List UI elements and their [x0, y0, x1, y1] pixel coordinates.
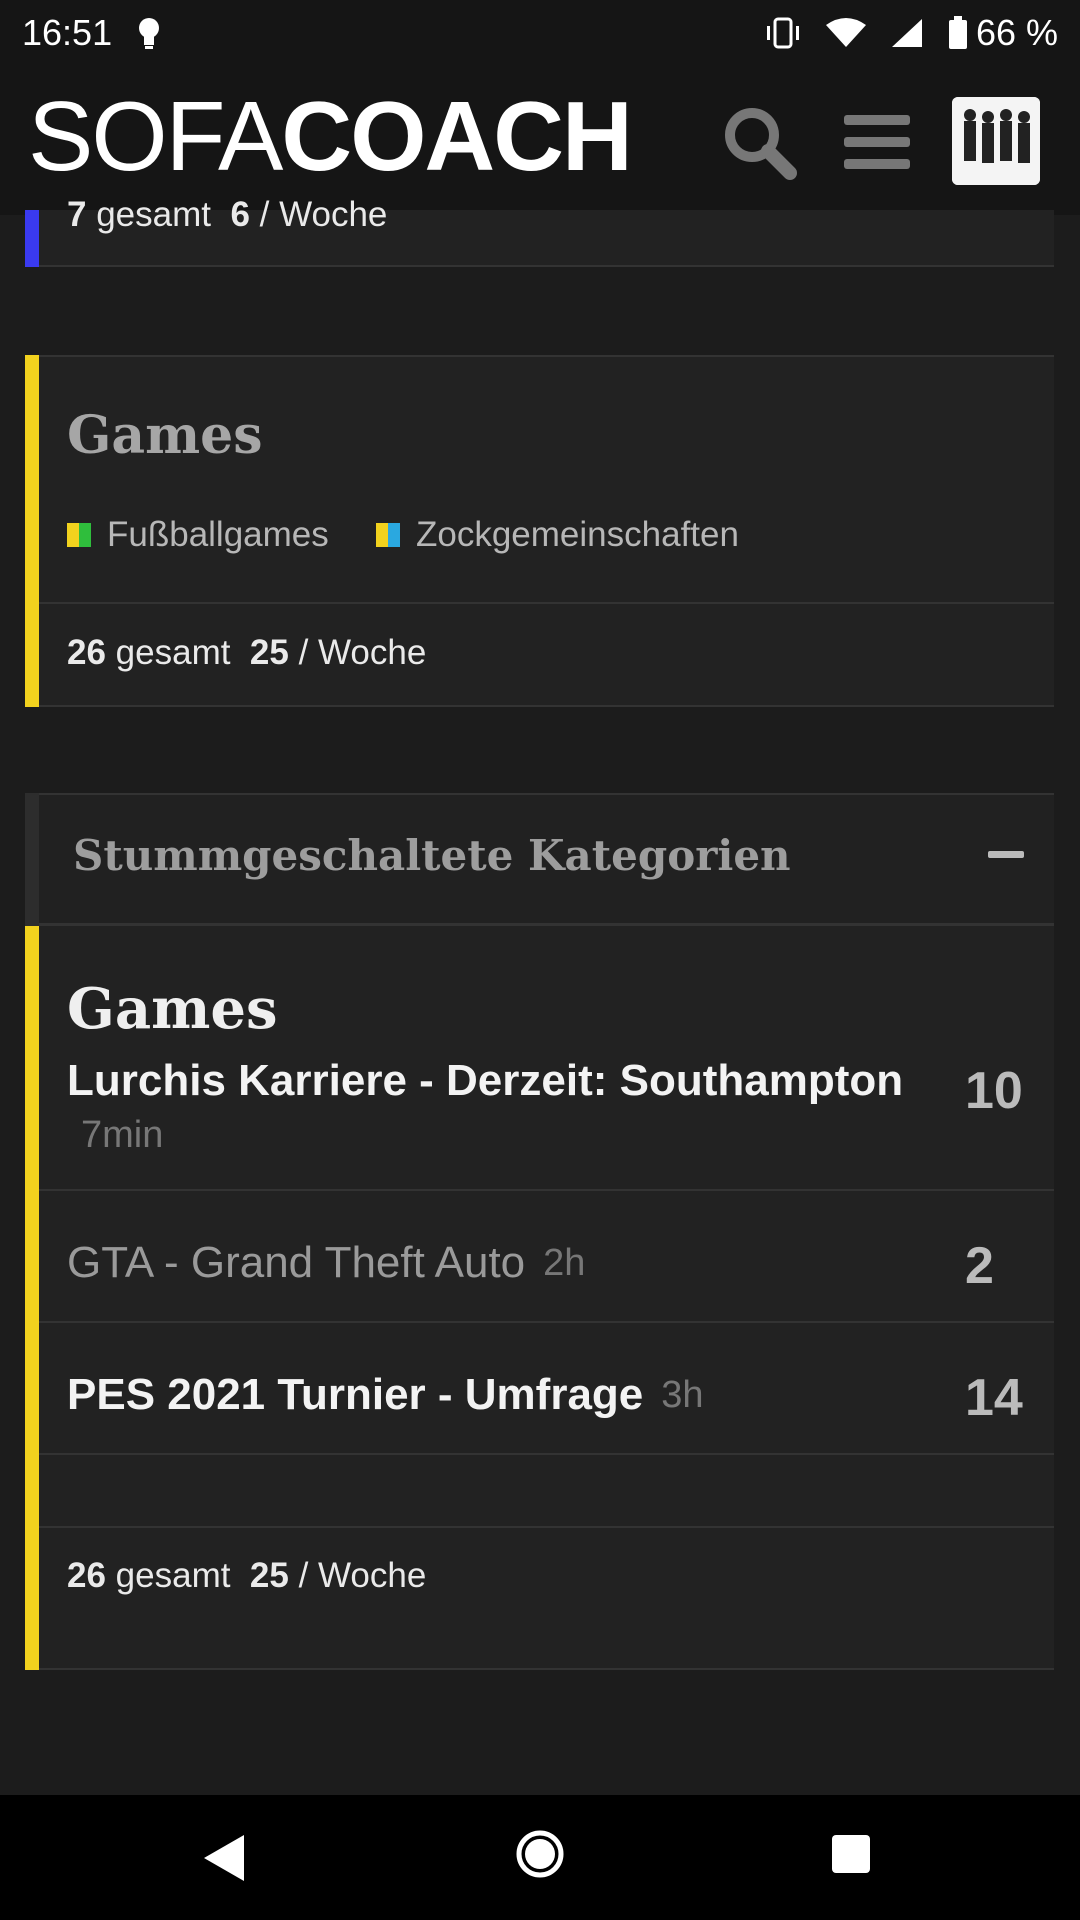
category-color-bar — [25, 210, 39, 267]
subcategory-tag[interactable]: Fußballgames — [67, 515, 329, 555]
muted-category-card-games[interactable]: Games Lurchis Karriere - Derzeit: Southa… — [25, 926, 1054, 1670]
tag-color-icon — [67, 523, 91, 547]
signal-icon — [891, 18, 922, 47]
category-title[interactable]: Games — [67, 405, 262, 466]
thread-row[interactable]: GTA - Grand Theft Auto 2h — [67, 1198, 585, 1328]
category-color-bar — [25, 926, 39, 1670]
category-stats: 26 gesamt 25 / Woche — [67, 1556, 427, 1595]
subcategory-tag[interactable]: Zockgemeinschaften — [376, 515, 739, 555]
menu-icon[interactable] — [842, 107, 912, 177]
avatar-image — [952, 97, 1040, 185]
back-icon[interactable] — [200, 1833, 248, 1883]
thread-post-count: 14 — [965, 1369, 1023, 1427]
thread-row[interactable]: PES 2021 Turnier - Umfrage 3h — [67, 1330, 704, 1460]
battery-level: 66 % — [975, 11, 1058, 53]
category-color-bar — [25, 355, 39, 707]
system-nav-bar — [0, 1795, 1080, 1920]
category-stats: 7 gesamt 6 / Woche — [67, 195, 388, 234]
thread-time: 7min — [81, 1114, 164, 1156]
category-title[interactable]: Games — [67, 976, 278, 1042]
category-card-partial[interactable]: 7 gesamt 6 / Woche — [25, 195, 1054, 267]
battery-icon — [948, 15, 967, 49]
status-bar: 16:51 66 % — [0, 0, 1080, 65]
avatar[interactable] — [952, 97, 1040, 185]
category-card-games[interactable]: Games Fußballgames Zockgemeinschaften 26… — [25, 355, 1054, 707]
muted-categories-header[interactable]: Stummgeschaltete Kategorien — [25, 793, 1054, 926]
tag-color-icon — [376, 523, 400, 547]
search-icon[interactable] — [720, 103, 800, 183]
thread-post-count: 2 — [965, 1237, 994, 1295]
recents-icon[interactable] — [830, 1833, 872, 1875]
category-stats: 26 gesamt 25 / Woche — [67, 633, 427, 672]
bulb-icon — [139, 17, 160, 49]
muted-section-title: Stummgeschaltete Kategorien — [73, 831, 791, 880]
thread-time: 2h — [543, 1241, 586, 1284]
thread-title[interactable]: Lurchis Karriere - Derzeit: Southampton — [67, 1056, 903, 1106]
thread-post-count: 10 — [965, 1062, 1023, 1120]
category-list: 7 gesamt 6 / Woche Games Fußballgames Zo… — [0, 195, 1080, 1795]
wifi-icon — [825, 17, 866, 47]
thread-title[interactable]: PES 2021 Turnier - Umfrage — [67, 1370, 643, 1420]
vibrate-icon — [766, 17, 799, 48]
collapse-icon[interactable] — [988, 851, 1024, 858]
site-logo[interactable]: SOFACOACH — [28, 87, 633, 185]
clock: 16:51 — [22, 11, 113, 53]
app-header: SOFACOACH — [0, 65, 1080, 215]
thread-title[interactable]: GTA - Grand Theft Auto — [67, 1238, 525, 1288]
thread-time: 3h — [661, 1373, 704, 1416]
home-icon[interactable] — [515, 1829, 565, 1879]
